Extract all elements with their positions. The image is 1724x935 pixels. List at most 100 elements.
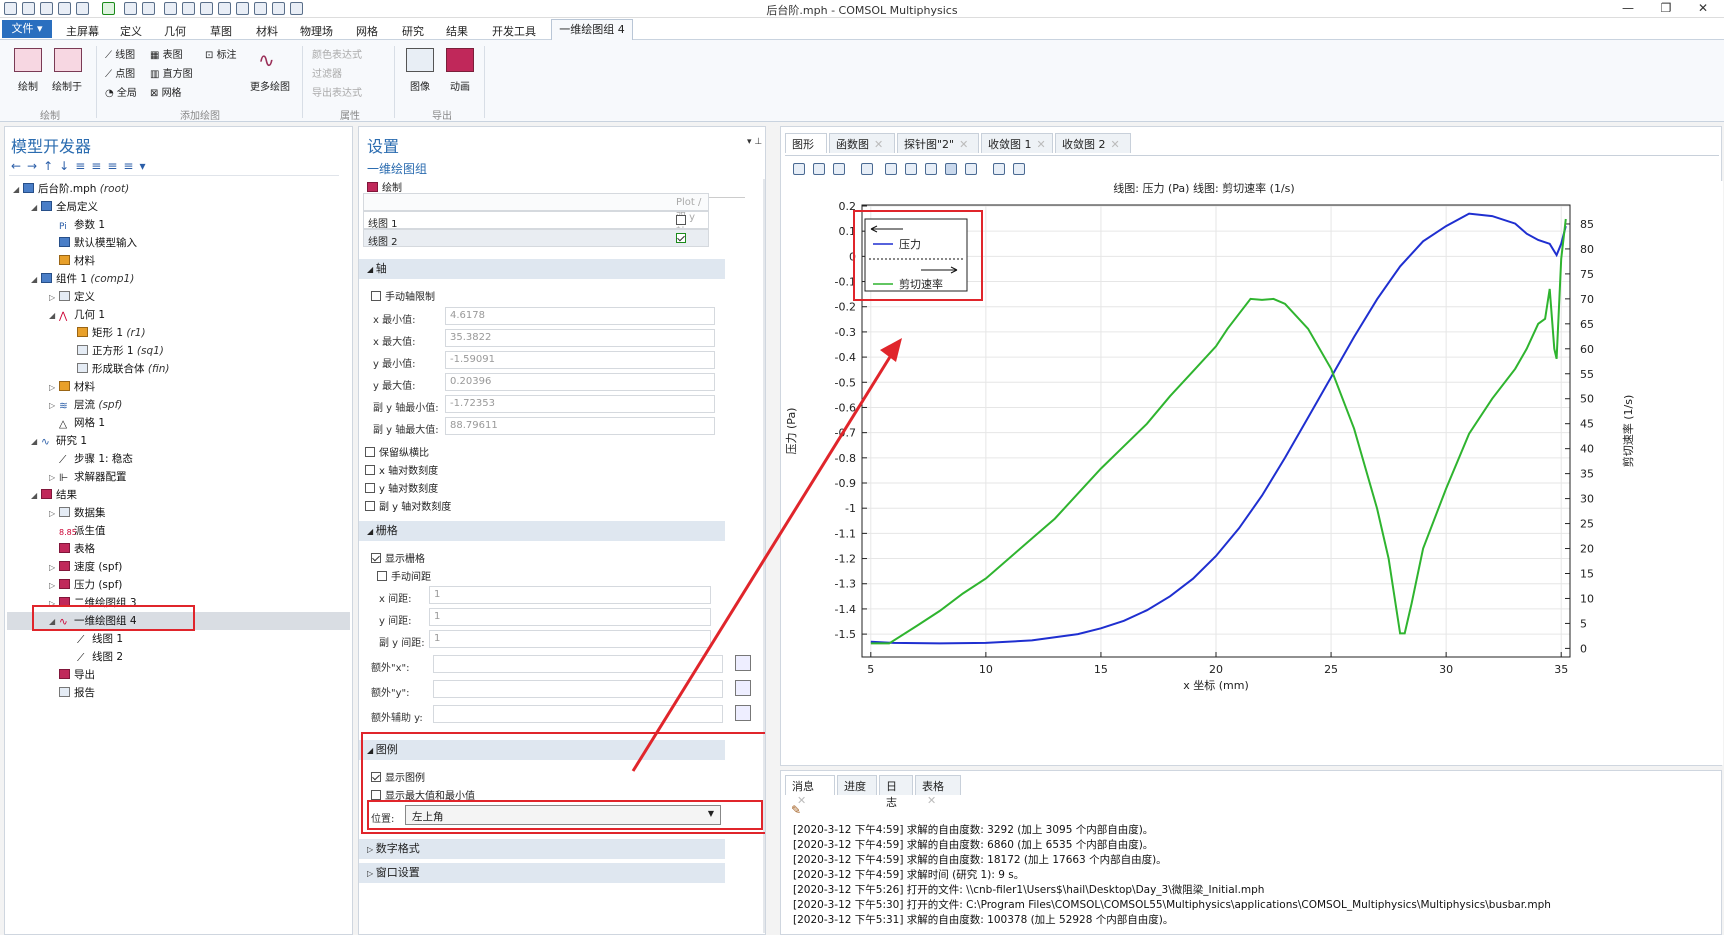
tab-results[interactable]: 结果: [446, 23, 468, 39]
x-spacing-field[interactable]: 1: [429, 586, 711, 604]
plot-in-button[interactable]: 绘制于: [52, 78, 82, 93]
tree-item-export[interactable]: 导出: [49, 667, 95, 683]
tab-definitions[interactable]: 定义: [120, 23, 142, 39]
tree-item-default-inputs[interactable]: 默认模型输入: [49, 235, 137, 251]
axis-section-header[interactable]: ◢ 轴: [359, 259, 725, 279]
table-icon[interactable]: [735, 655, 751, 671]
x-max-field[interactable]: 35.3822: [445, 329, 715, 347]
zoom-out-icon[interactable]: [813, 163, 825, 175]
y-spacing-field[interactable]: 1: [429, 608, 711, 626]
animation-button[interactable]: 动画: [450, 78, 470, 93]
histogram-button[interactable]: ▥ 直方图: [150, 65, 193, 80]
plot-area[interactable]: 线图: 压力 (Pa) 线图: 剪切速率 (1/s) 5 10 15 20 25 30 35…: [781, 181, 1723, 765]
tree-item-results[interactable]: ◢ 结果: [31, 487, 77, 503]
image-button[interactable]: 图像: [410, 78, 430, 93]
plot-button[interactable]: 绘制: [18, 78, 38, 93]
manual-axis-limits-checkbox[interactable]: 手动轴限制: [371, 288, 435, 303]
y2-log-checkbox[interactable]: 副 y 轴对数刻度: [365, 498, 451, 513]
tab-geometry[interactable]: 几何: [164, 23, 186, 39]
tree-item-global-definitions[interactable]: ◢ 全局定义: [31, 199, 98, 215]
axis-toggle-icon[interactable]: [905, 163, 917, 175]
print-icon[interactable]: [1013, 163, 1025, 175]
clear-messages-icon[interactable]: ✎: [791, 803, 801, 817]
minimize-icon[interactable]: —: [1611, 0, 1645, 17]
tree-item-report[interactable]: 报告: [49, 685, 95, 701]
tab-graphics[interactable]: 图形: [785, 133, 827, 153]
plot-settings-button[interactable]: 绘制: [367, 179, 402, 194]
tab-sketch[interactable]: 草图: [210, 23, 232, 39]
tree-item-solver[interactable]: ▷ ⊩ 求解器配置: [49, 469, 127, 485]
manual-spacing-checkbox[interactable]: 手动间距: [377, 568, 431, 583]
y2-max-field[interactable]: 88.79611: [445, 417, 715, 435]
tree-item-tables[interactable]: 表格: [49, 541, 95, 557]
extra-y-field[interactable]: [433, 680, 723, 698]
tree-item-datasets[interactable]: ▷ 数据集: [49, 505, 106, 521]
zoom-box-icon[interactable]: [833, 163, 845, 175]
tab-probe-plot[interactable]: 探针图"2" ✕: [897, 133, 979, 153]
tree-item-mesh[interactable]: △ 网格 1: [49, 415, 105, 431]
plot-row-2[interactable]: 线图 2: [363, 229, 709, 248]
window-settings-section-header[interactable]: ▷ 窗口设置: [359, 863, 725, 883]
tree-item-line-graph-2[interactable]: ⟋ 线图 2: [67, 649, 123, 665]
tree-item-form-union[interactable]: 形成联合体 (fin): [67, 361, 169, 377]
tree-item-laminar-flow[interactable]: ▷ ≋ 层流 (spf): [49, 397, 122, 413]
tree-item-root[interactable]: ◢ 后台阶.mph (root): [13, 181, 129, 197]
annotation-button[interactable]: ⊡ 标注: [205, 46, 237, 61]
tab-physics[interactable]: 物理场: [300, 23, 333, 39]
export-expression-button[interactable]: 导出表达式: [312, 84, 362, 99]
tab-developer[interactable]: 开发工具: [492, 23, 536, 39]
tree-item-component[interactable]: ◢ 组件 1 (comp1): [31, 271, 134, 287]
frame-toggle-icon[interactable]: [945, 163, 957, 175]
tab-materials[interactable]: 材料: [256, 23, 278, 39]
extra-y2-field[interactable]: [433, 705, 723, 723]
tab-log[interactable]: 日志: [879, 775, 913, 809]
filter-button[interactable]: 过滤器: [312, 65, 342, 80]
tab-home[interactable]: 主屏幕: [66, 23, 99, 39]
x-log-checkbox[interactable]: x 轴对数刻度: [365, 462, 438, 477]
zoom-in-icon[interactable]: [793, 163, 805, 175]
y-min-field[interactable]: -1.59091: [445, 351, 715, 369]
tree-item-pressure[interactable]: ▷ 压力 (spf): [49, 577, 122, 593]
restore-icon[interactable]: ❐: [1649, 0, 1683, 17]
mesh-button[interactable]: ⊠ 网格: [150, 84, 182, 99]
extra-x-field[interactable]: [433, 655, 723, 673]
y2-spacing-field[interactable]: 1: [429, 630, 711, 648]
tree-item-velocity[interactable]: ▷ 速度 (spf): [49, 559, 122, 575]
tab-convergence-1[interactable]: 收敛图 1 ✕: [981, 133, 1053, 153]
tree-item-materials[interactable]: ▷ 材料: [49, 379, 95, 395]
tree-item-rectangle[interactable]: 矩形 1 (r1): [67, 325, 146, 341]
y-log-checkbox[interactable]: y 轴对数刻度: [365, 480, 438, 495]
color-expression-button[interactable]: 颜色表达式: [312, 46, 362, 61]
tree-item-square[interactable]: 正方形 1 (sq1): [67, 343, 164, 359]
zoom-extents-icon[interactable]: [861, 163, 873, 175]
keep-aspect-checkbox[interactable]: 保留纵横比: [365, 444, 429, 459]
tab-progress[interactable]: 进度: [837, 775, 877, 795]
camera-icon[interactable]: [993, 163, 1005, 175]
tab-1d-plot-group[interactable]: 一维绘图组 4: [551, 19, 633, 41]
plot-row-2-checkbox[interactable]: [676, 233, 686, 243]
global-button[interactable]: ◔ 全局: [105, 84, 137, 99]
tree-item-line-graph-1[interactable]: ⟋ 线图 1: [67, 631, 123, 647]
show-grid-checkbox[interactable]: 显示栅格: [371, 550, 425, 565]
rotate-icon[interactable]: [965, 163, 977, 175]
tree-item-study[interactable]: ◢ ∿ 研究 1: [31, 433, 87, 449]
file-menu[interactable]: 文件 ▾: [2, 20, 52, 38]
more-plots-button[interactable]: 更多绘图: [250, 78, 290, 93]
y-max-field[interactable]: 0.20396: [445, 373, 715, 391]
tree-item-parameters[interactable]: Pi 参数 1: [49, 217, 105, 233]
table-graph-button[interactable]: ▦ 表图: [150, 46, 183, 61]
grid-toggle-icon[interactable]: [885, 163, 897, 175]
legend-toggle-icon[interactable]: [925, 163, 937, 175]
tree-item-materials-global[interactable]: 材料: [49, 253, 95, 269]
table-icon[interactable]: [735, 680, 751, 696]
number-format-section-header[interactable]: ▷ 数字格式: [359, 839, 725, 859]
tree-item-step[interactable]: ⟋ 步骤 1: 稳态: [49, 451, 133, 467]
plot-row-1[interactable]: 线图 1: [363, 211, 709, 230]
tab-function-plot[interactable]: 函数图 ✕: [829, 133, 895, 153]
tab-messages[interactable]: 消息✕: [785, 775, 835, 807]
tab-mesh[interactable]: 网格: [356, 23, 378, 39]
grid-section-header[interactable]: ◢ 栅格: [359, 521, 725, 541]
x-min-field[interactable]: 4.6178: [445, 307, 715, 325]
tree-item-derived-values[interactable]: 8.85派生值: [49, 523, 106, 539]
tree-item-geometry[interactable]: ◢ ⋀ 几何 1: [49, 307, 105, 323]
